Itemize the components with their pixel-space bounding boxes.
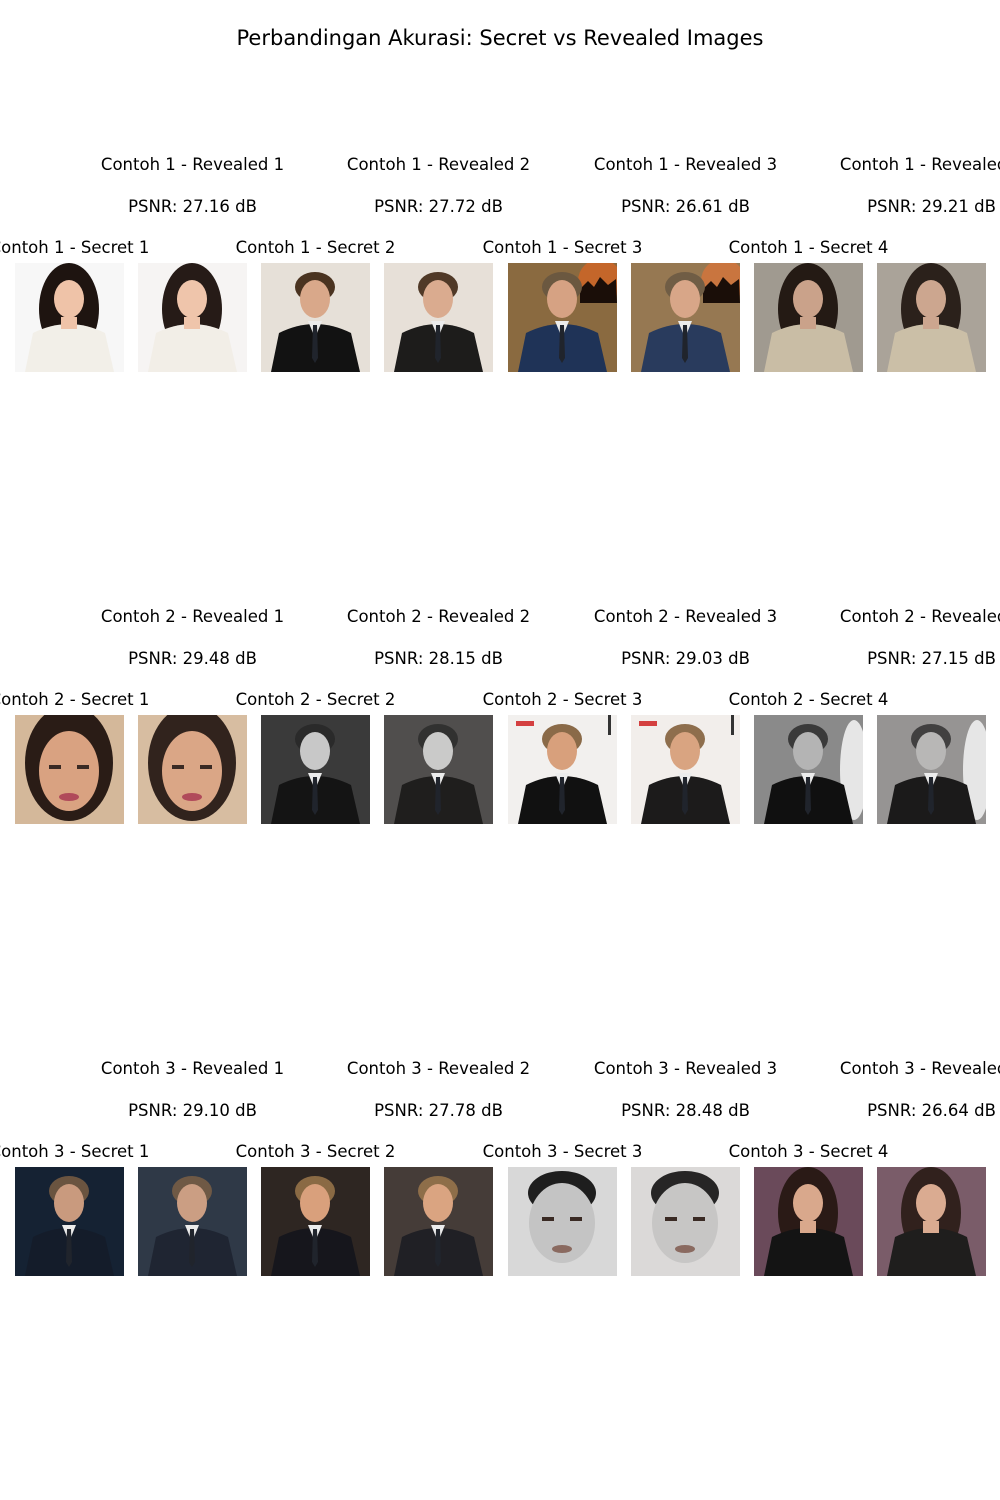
revealed-image	[877, 263, 986, 372]
revealed-title: Contoh 1 - Revealed 2	[346, 155, 531, 174]
secret-image	[15, 263, 124, 372]
secret-title: Contoh 1 - Secret 1	[0, 238, 150, 257]
revealed-title: Contoh 1 - Revealed 3	[593, 155, 778, 174]
psnr-value: PSNR: 29.03 dB	[621, 649, 750, 668]
secret-title: Contoh 3 - Secret 3	[482, 1142, 643, 1161]
secret-image	[15, 1167, 124, 1276]
revealed-image	[877, 715, 986, 824]
revealed-title: Contoh 1 - Revealed 1	[100, 155, 285, 174]
psnr-value: PSNR: 26.61 dB	[621, 197, 750, 216]
revealed-image	[138, 1167, 247, 1276]
psnr-value: PSNR: 28.15 dB	[374, 649, 503, 668]
revealed-image	[877, 1167, 986, 1276]
psnr-value: PSNR: 27.72 dB	[374, 197, 503, 216]
revealed-title: Contoh 3 - Revealed 4	[839, 1059, 1000, 1078]
secret-title: Contoh 2 - Secret 1	[0, 690, 150, 709]
secret-title: Contoh 1 - Secret 3	[482, 238, 643, 257]
revealed-image	[384, 1167, 493, 1276]
secret-title: Contoh 3 - Secret 1	[0, 1142, 150, 1161]
secret-image	[261, 263, 370, 372]
revealed-image	[631, 715, 740, 824]
psnr-value: PSNR: 27.78 dB	[374, 1101, 503, 1120]
secret-image	[261, 715, 370, 824]
revealed-title: Contoh 3 - Revealed 3	[593, 1059, 778, 1078]
revealed-image	[384, 715, 493, 824]
secret-title: Contoh 2 - Secret 2	[235, 690, 396, 709]
revealed-title: Contoh 2 - Revealed 2	[346, 607, 531, 626]
secret-image	[754, 263, 863, 372]
psnr-value: PSNR: 26.64 dB	[867, 1101, 996, 1120]
secret-image	[754, 1167, 863, 1276]
secret-image	[15, 715, 124, 824]
revealed-image	[138, 715, 247, 824]
revealed-image	[631, 1167, 740, 1276]
secret-image	[261, 1167, 370, 1276]
secret-title: Contoh 3 - Secret 4	[728, 1142, 889, 1161]
psnr-value: PSNR: 28.48 dB	[621, 1101, 750, 1120]
psnr-value: PSNR: 27.16 dB	[128, 197, 257, 216]
secret-title: Contoh 1 - Secret 4	[728, 238, 889, 257]
revealed-image	[138, 263, 247, 372]
secret-image	[508, 1167, 617, 1276]
secret-title: Contoh 3 - Secret 2	[235, 1142, 396, 1161]
revealed-title: Contoh 3 - Revealed 2	[346, 1059, 531, 1078]
revealed-title: Contoh 2 - Revealed 1	[100, 607, 285, 626]
secret-title: Contoh 1 - Secret 2	[235, 238, 396, 257]
psnr-value: PSNR: 29.10 dB	[128, 1101, 257, 1120]
psnr-value: PSNR: 29.48 dB	[128, 649, 257, 668]
revealed-title: Contoh 3 - Revealed 1	[100, 1059, 285, 1078]
secret-image	[754, 715, 863, 824]
revealed-image	[631, 263, 740, 372]
secret-title: Contoh 2 - Secret 3	[482, 690, 643, 709]
revealed-image	[384, 263, 493, 372]
revealed-title: Contoh 1 - Revealed 4	[839, 155, 1000, 174]
psnr-value: PSNR: 27.15 dB	[867, 649, 996, 668]
secret-image	[508, 263, 617, 372]
secret-title: Contoh 2 - Secret 4	[728, 690, 889, 709]
revealed-title: Contoh 2 - Revealed 4	[839, 607, 1000, 626]
figure-title: Perbandingan Akurasi: Secret vs Revealed…	[236, 26, 764, 50]
secret-image	[508, 715, 617, 824]
revealed-title: Contoh 2 - Revealed 3	[593, 607, 778, 626]
psnr-value: PSNR: 29.21 dB	[867, 197, 996, 216]
